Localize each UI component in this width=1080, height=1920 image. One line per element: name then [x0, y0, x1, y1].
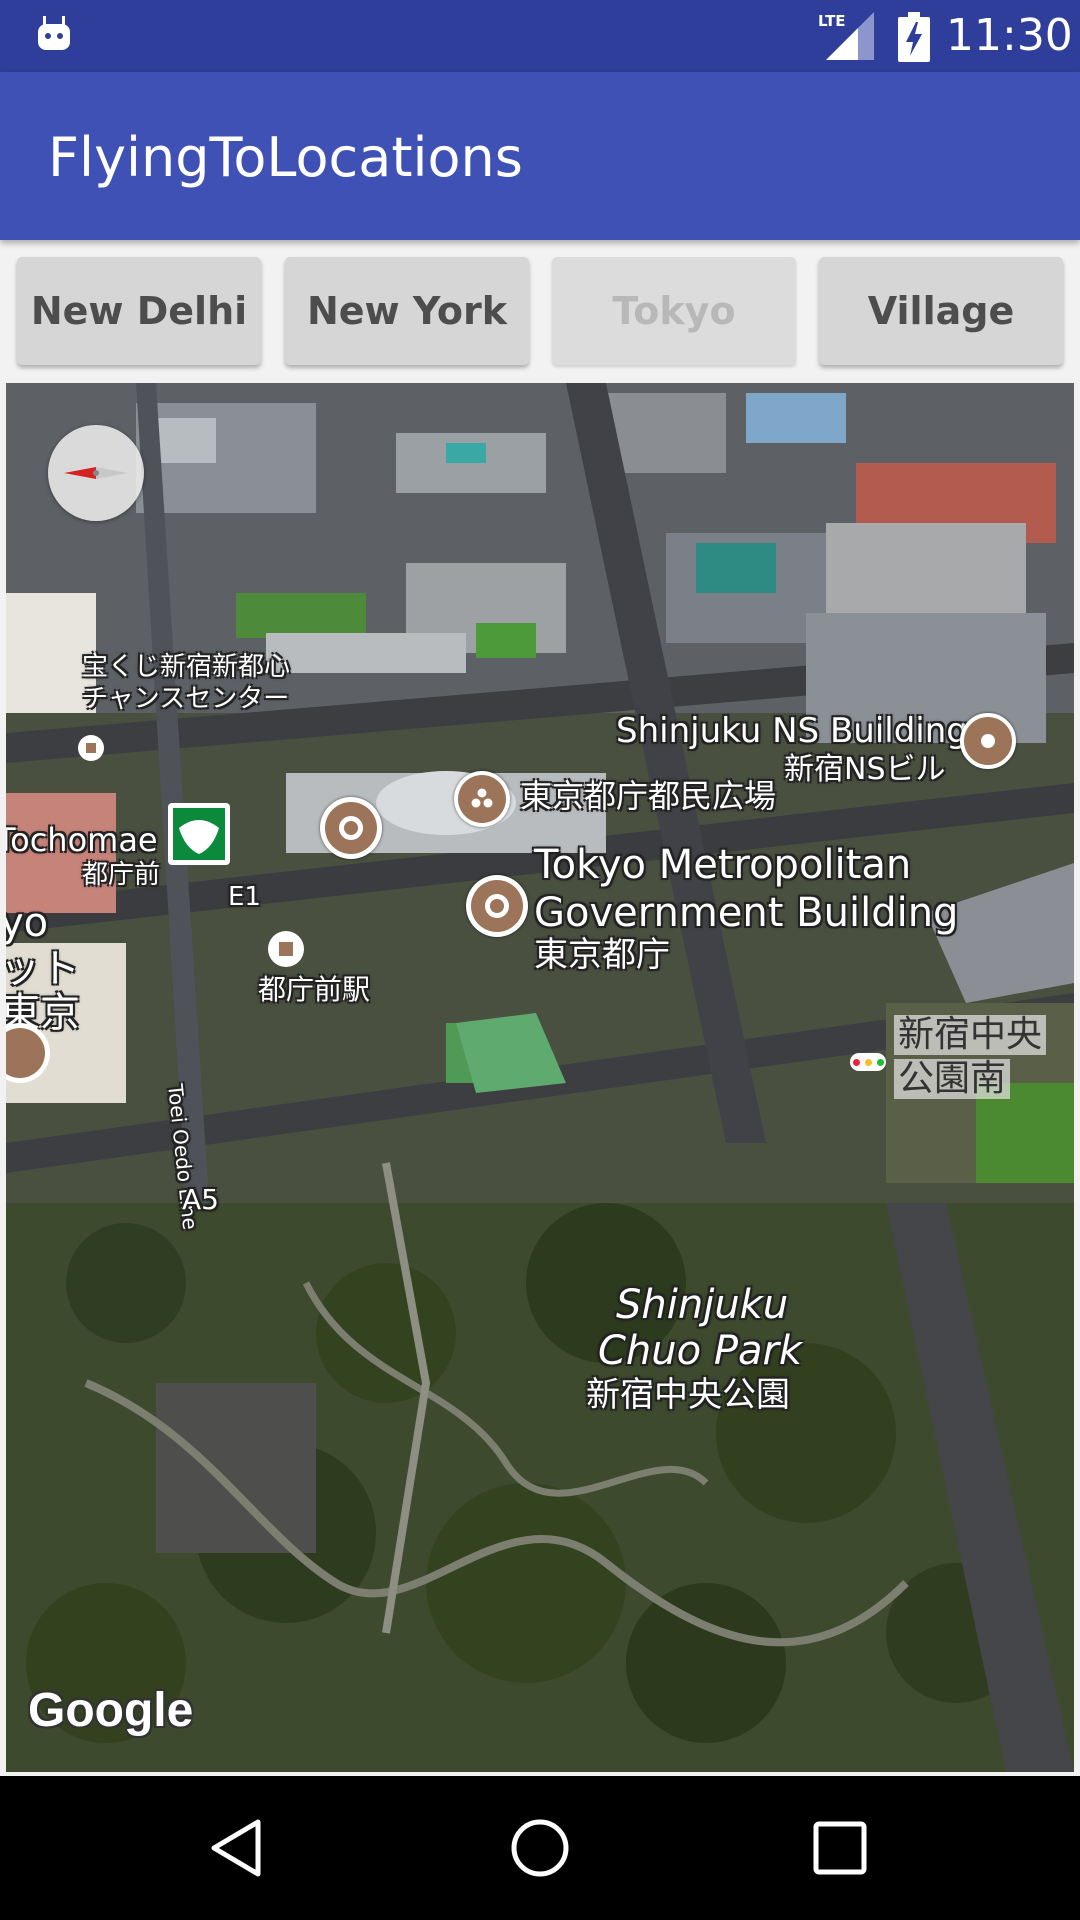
location-button-row: New Delhi New York Tokyo Village — [0, 240, 1080, 384]
park-south-label-1: 新宿中央 — [894, 1015, 1047, 1055]
lte-signal-icon: LTE — [818, 12, 874, 60]
tochomae-ja-label: 都庁前 — [82, 860, 161, 890]
subway-station-icon[interactable] — [168, 803, 230, 865]
park-label-2: Chuo Park — [598, 1328, 803, 1374]
app-bar: FlyingToLocations — [0, 72, 1080, 240]
tokyo-partial-label-1: yo — [6, 900, 49, 946]
tochomae-label: Tochomae — [6, 821, 158, 859]
tokyo-button: Tokyo — [552, 257, 796, 365]
status-bar: LTE 11:30 — [0, 0, 1080, 72]
recents-icon[interactable] — [802, 1810, 878, 1886]
tmg-ja-label: 東京都庁 — [534, 935, 670, 975]
home-icon[interactable] — [502, 1810, 578, 1886]
new-delhi-button[interactable]: New Delhi — [17, 257, 261, 365]
tmg-label-1: Tokyo Metropolitan — [534, 842, 912, 888]
app-title: FlyingToLocations — [48, 126, 523, 189]
compass-button[interactable] — [48, 425, 144, 521]
tokyo-partial-label-2: ット — [6, 946, 80, 992]
navigation-bar — [0, 1776, 1080, 1920]
park-label-1: Shinjuku — [616, 1282, 789, 1328]
traffic-signal-icon — [850, 1053, 886, 1071]
ns-building-label: Shinjuku NS Building — [616, 711, 968, 751]
ns-building-ja-label: 新宿NSビル — [784, 752, 946, 787]
takarakuji-label-1: 宝くじ新宿新都心 — [82, 652, 291, 682]
svg-text:LTE: LTE — [818, 12, 846, 30]
station-marker-icon[interactable] — [268, 931, 304, 967]
plaza-marker-icon[interactable] — [454, 771, 510, 827]
map-view[interactable]: 宝くじ新宿新都心 チャンスセンター Shinjuku NS Building 新… — [6, 383, 1074, 1772]
park-ja-label: 新宿中央公園 — [586, 1375, 790, 1415]
place-marker-icon[interactable] — [78, 735, 104, 761]
tmg-building-marker-icon[interactable] — [466, 875, 528, 937]
exit-e1-label: E1 — [228, 882, 261, 912]
tmg-plaza-marker-icon[interactable] — [320, 797, 382, 859]
android-notification-icon — [38, 16, 70, 50]
google-attribution-logo: Google — [28, 1684, 194, 1737]
tmg-label-2: Government Building — [534, 890, 959, 936]
takarakuji-label-2: チャンスセンター — [82, 684, 290, 714]
back-icon[interactable] — [200, 1810, 276, 1886]
village-button[interactable]: Village — [819, 257, 1063, 365]
new-york-button[interactable]: New York — [285, 257, 529, 365]
exit-a5-label: A5 — [182, 1183, 219, 1216]
status-clock: 11:30 — [946, 10, 1073, 61]
battery-charging-icon — [898, 12, 930, 62]
plaza-label: 東京都庁都民広場 — [520, 777, 777, 815]
ns-building-marker-icon[interactable] — [960, 713, 1016, 769]
park-south-label-2: 公園南 — [894, 1059, 1011, 1099]
compass-icon — [64, 467, 128, 479]
tochomae-station-label: 都庁前駅 — [258, 973, 371, 1006]
